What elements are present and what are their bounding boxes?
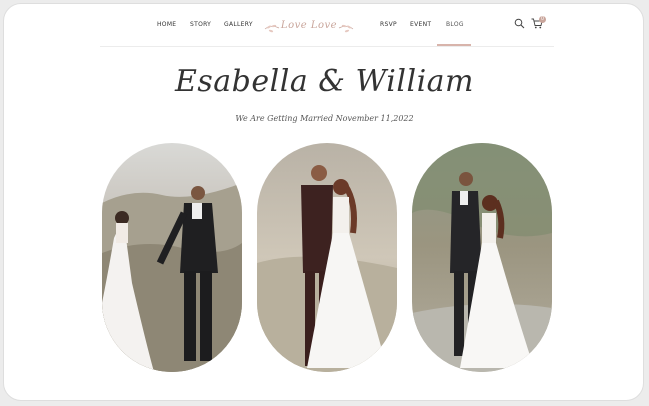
couple-title: Esabella & William [174, 64, 474, 99]
nav-rsvp[interactable]: RSVP [380, 21, 397, 28]
nav-story[interactable]: STORY [190, 21, 211, 28]
nav-home[interactable]: HOME [157, 21, 176, 28]
nav-blog[interactable]: BLOG [446, 21, 464, 28]
gallery-photo-1[interactable] [102, 143, 242, 372]
nav-event[interactable]: EVENT [410, 21, 431, 28]
cart-count-badge: 0 [539, 16, 546, 23]
gallery-photo-2[interactable] [257, 143, 397, 372]
gallery-photo-3[interactable] [412, 143, 552, 372]
wedding-date-subtitle: We Are Getting Married November 11,2022 [235, 114, 414, 123]
nav-divider [100, 46, 554, 47]
site-logo[interactable]: Love Love [259, 20, 359, 38]
search-icon[interactable] [514, 18, 525, 29]
page-frame: HOME STORY GALLERY Love Love RSVP EVENT … [3, 3, 644, 401]
nav-gallery[interactable]: GALLERY [224, 21, 253, 28]
logo-text: Love Love [280, 20, 338, 31]
top-navigation: HOME STORY GALLERY Love Love RSVP EVENT … [4, 4, 643, 48]
